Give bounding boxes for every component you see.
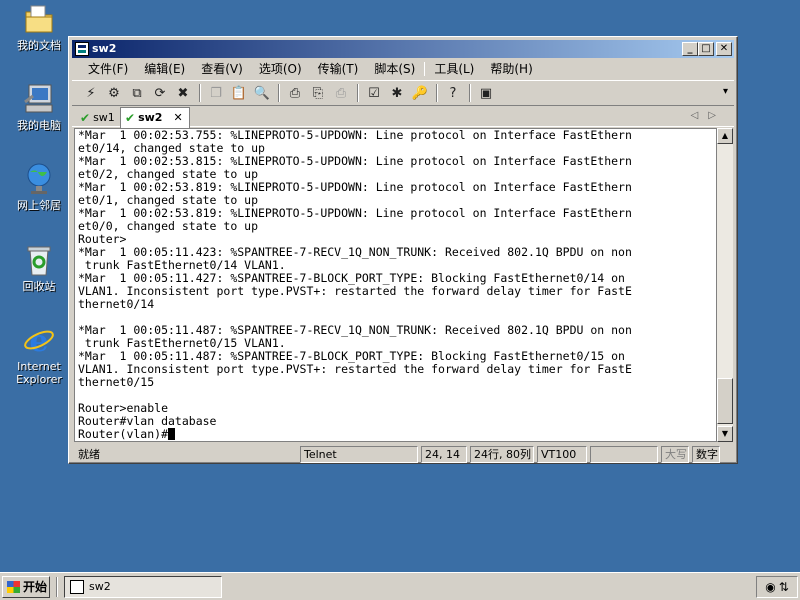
internet-explorer-icon: e [22,323,56,359]
status-empty [590,446,658,463]
tab-sw2[interactable]: ✔ sw2 ✕ [120,107,190,128]
app-icon [70,580,84,594]
status-bar: 就绪 Telnet 24, 14 24行, 80列 VT100 大写 数字 [72,445,734,463]
taskbar-separator [56,577,58,597]
volume-icon[interactable]: ◉ [765,580,775,594]
desktop-icon-my-documents[interactable]: 我的文档 [8,2,70,52]
connect-tab-icon[interactable]: ⧉ [126,83,148,103]
print-icon[interactable]: ⎙ [330,83,352,103]
taskbar: 开始 sw2 ◉ ⇅ [0,572,800,600]
connected-check-icon: ✔ [80,111,91,125]
close-button[interactable]: ✕ [716,42,732,56]
system-tray: ◉ ⇅ [756,576,798,598]
my-computer-icon [22,82,56,116]
connected-check-icon: ✔ [125,111,136,125]
toolbar-overflow-icon[interactable]: ▾ [723,86,728,97]
disconnect-icon[interactable]: ✖ [172,83,194,103]
keymap-icon[interactable]: 🔑 [409,83,431,103]
toolbar-separator [469,84,471,102]
desktop-icon-label: 回收站 [22,280,56,293]
terminal-line: thernet0/15 [78,375,155,389]
global-options-icon[interactable]: ✱ [386,83,408,103]
status-num-lock: 数字 [692,446,720,463]
tab-label: sw1 [93,111,115,124]
status-ready: 就绪 [78,448,100,461]
terminal-line: VLAN1. Inconsistent port type.PVST+: res… [78,362,632,376]
menu-edit[interactable]: 编辑(E) [136,60,193,78]
tab-close-icon[interactable]: ✕ [173,110,182,126]
quick-connect-icon[interactable]: ⚙ [103,83,125,103]
menu-transfer[interactable]: 传输(T) [310,60,367,78]
toolbar-separator [436,84,438,102]
menu-tools[interactable]: 工具(L) [426,60,482,78]
network-status-icon[interactable]: ⇅ [779,580,789,594]
desktop-icon-label: 网上邻居 [17,199,61,212]
menu-view[interactable]: 查看(V) [193,60,251,78]
app-icon [75,42,89,56]
desktop-icon-my-computer[interactable]: 我的电脑 [8,82,70,132]
task-label: sw2 [89,580,111,593]
toolbar: ⚡ ⚙ ⧉ ⟳ ✖ ❐ 📋 🔍 ⎙ ⎘ ⎙ ☑ ✱ 🔑 ? ▣ ▾ [72,80,734,106]
menu-file[interactable]: 文件(F) [80,60,136,78]
network-places-icon [22,162,56,196]
desktop-icon-label: 我的文档 [17,39,61,52]
terminal-text: *Mar 1 00:02:53.755: %LINEPROTO-5-UPDOWN… [78,129,632,441]
terminal-line: et0/0, changed state to up [78,219,259,233]
menu-script[interactable]: 脚本(S) [366,60,423,78]
start-label: 开始 [23,580,48,594]
status-emulation: VT100 [537,446,587,463]
recycle-bin-icon [22,243,56,277]
window-title: sw2 [92,42,117,55]
desktop-icon-recycle-bin[interactable]: 回收站 [8,243,70,293]
title-bar[interactable]: sw2 _ □ ✕ [72,40,734,58]
menu-bar: 文件(F) 编辑(E) 查看(V) 选项(O) 传输(T) 脚本(S) 工具(L… [72,59,734,79]
menu-options[interactable]: 选项(O) [251,60,310,78]
svg-text:e: e [29,324,48,357]
tab-label: sw2 [138,111,163,124]
menu-separator [424,62,426,76]
screenshot-icon[interactable]: ▣ [475,83,497,103]
copy-icon[interactable]: ❐ [205,83,227,103]
paste-icon[interactable]: 📋 [228,83,250,103]
scroll-down-icon[interactable]: ▼ [717,426,733,442]
terminal-line: thernet0/14 [78,297,155,311]
scroll-thumb[interactable] [717,378,733,424]
desktop-icon-internet-explorer[interactable]: e Internet Explorer [8,323,70,386]
toolbar-separator [199,84,201,102]
my-documents-icon [22,2,56,36]
print-setup-icon[interactable]: ⎙ [284,83,306,103]
tab-sw1[interactable]: ✔ sw1 [76,109,121,127]
start-button[interactable]: 开始 [2,576,50,598]
desktop-icon-label: Internet Explorer [16,360,62,386]
help-icon[interactable]: ? [442,83,464,103]
desktop-icon-label: 我的电脑 [17,119,61,132]
status-caps-lock: 大写 [661,446,689,463]
reconnect-icon[interactable]: ⟳ [149,83,171,103]
connect-icon[interactable]: ⚡ [80,83,102,103]
terminal-cursor [168,428,176,440]
tab-scroll-arrows-icon[interactable]: ◁▷ [691,110,726,121]
session-options-icon[interactable]: ☑ [363,83,385,103]
minimize-button[interactable]: _ [682,42,698,56]
terminal-scrollbar[interactable]: ▲ ▼ [717,128,733,442]
status-cursor-position: 24, 14 [421,446,467,463]
print-selection-icon[interactable]: ⎘ [307,83,329,103]
terminal-line: VLAN1. Inconsistent port type.PVST+: res… [78,284,632,298]
status-protocol: Telnet [300,446,418,463]
terminal-window: sw2 _ □ ✕ 文件(F) 编辑(E) 查看(V) 选项(O) 传输(T) … [68,36,738,464]
status-terminal-size: 24行, 80列 [470,446,534,463]
terminal-line: Router(vlan)# [78,428,632,441]
find-icon[interactable]: 🔍 [251,83,273,103]
scroll-up-icon[interactable]: ▲ [717,128,733,144]
toolbar-separator [278,84,280,102]
terminal-output[interactable]: *Mar 1 00:02:53.755: %LINEPROTO-5-UPDOWN… [74,128,717,442]
menu-help[interactable]: 帮助(H) [482,60,540,78]
windows-logo-icon [7,581,20,593]
taskbar-window-sw2[interactable]: sw2 [64,576,222,598]
session-tabs: ✔ sw1 ✔ sw2 ✕ ◁▷ [72,107,734,128]
toolbar-separator [357,84,359,102]
desktop-icon-network-places[interactable]: 网上邻居 [8,162,70,212]
maximize-button[interactable]: □ [698,42,714,56]
